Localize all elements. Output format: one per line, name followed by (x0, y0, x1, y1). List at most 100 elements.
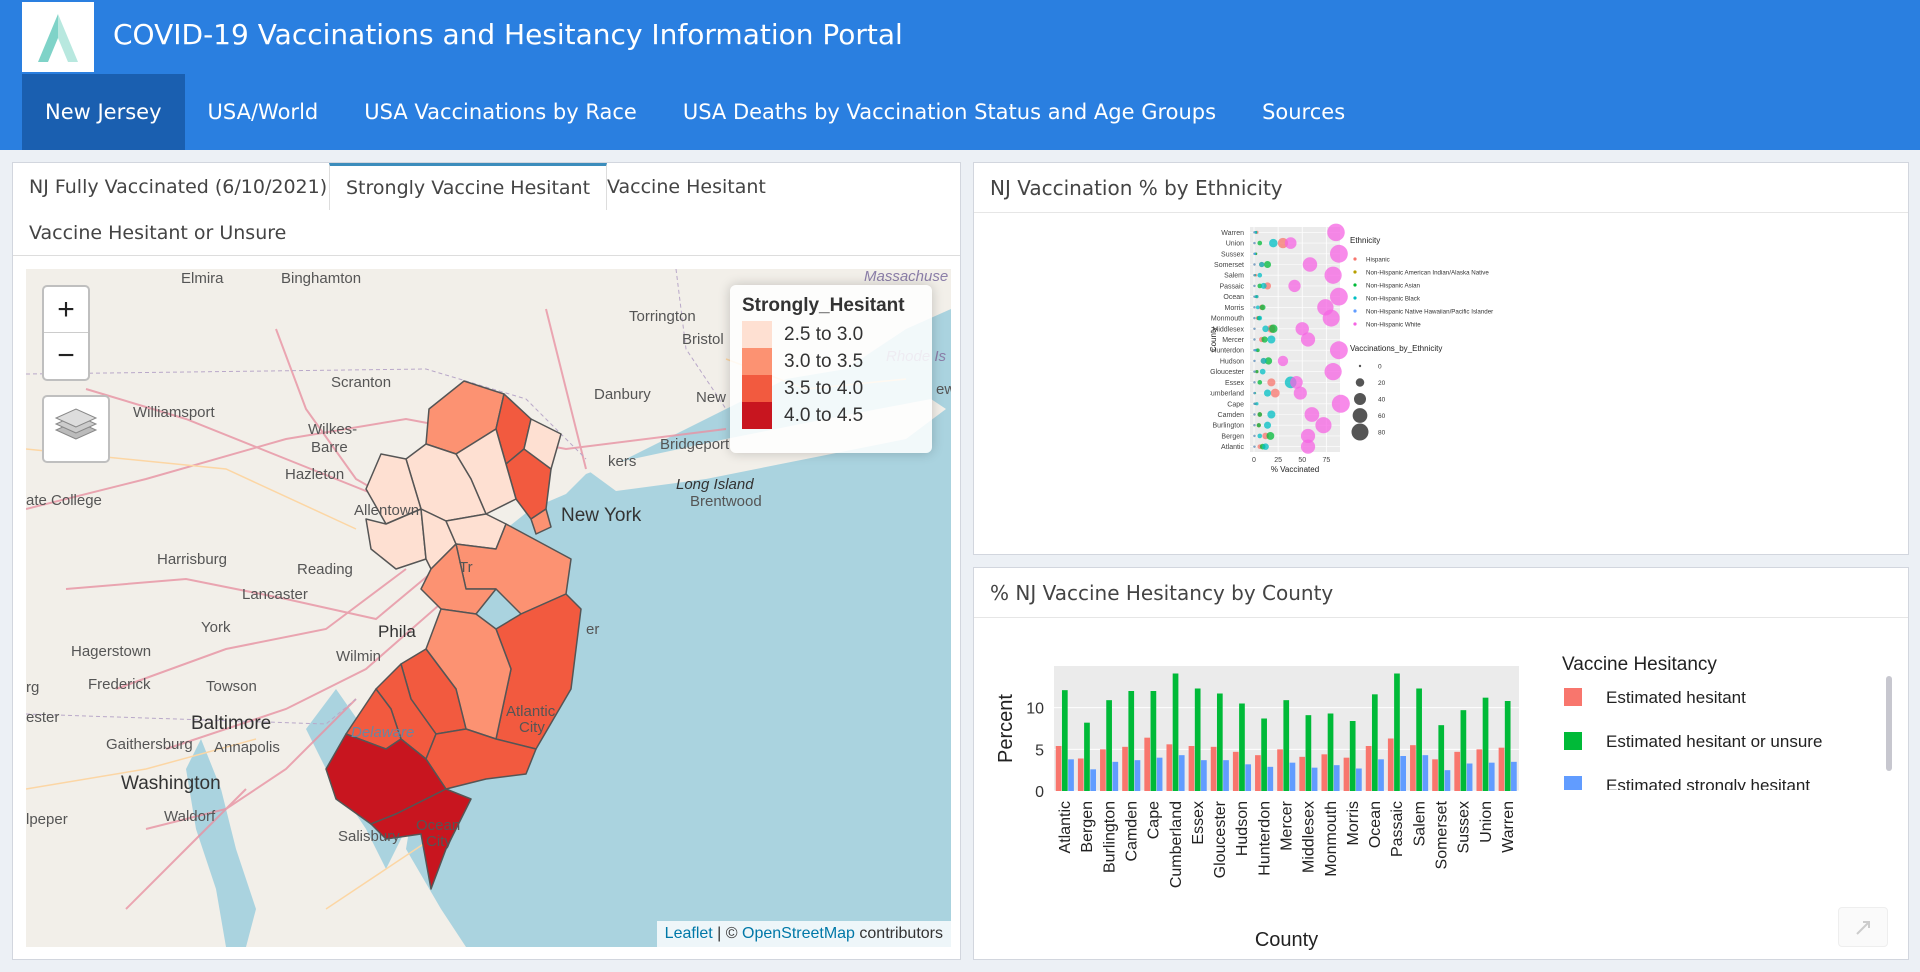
tab-vaccine-hesitant-or-unsure[interactable]: Vaccine Hesitant or Unsure (13, 211, 302, 255)
data-point (1253, 402, 1256, 405)
data-point (1253, 327, 1256, 330)
x-tick-label: 0 (1252, 457, 1256, 464)
legend-label: Estimated hesitant or unsure (1606, 732, 1822, 751)
leaflet-map[interactable]: Elmira Binghamton Massachuse Torrington … (26, 269, 951, 947)
legend-label: 4.0 to 4.5 (784, 404, 864, 426)
zoom-in-button[interactable]: + (44, 287, 88, 333)
tab-vaccine-hesitant[interactable]: Vaccine Hesitant (591, 165, 782, 209)
data-point (1253, 241, 1256, 245)
map-label-binghamton: Binghamton (281, 270, 361, 287)
data-point (1253, 231, 1256, 234)
data-point (1260, 357, 1267, 364)
map-label-wilmington: Wilmin (336, 648, 381, 665)
data-point (1253, 252, 1256, 255)
map-label-wilkes: Wilkes- (308, 421, 357, 438)
legend-clip (1558, 790, 1898, 810)
nav-usa-deaths-by-vaccination-status[interactable]: USA Deaths by Vaccination Status and Age… (660, 74, 1239, 150)
x-tick-label: Bergen (1079, 801, 1096, 853)
bar (1432, 759, 1438, 791)
x-tick-label: Camden (1124, 801, 1141, 861)
leaflet-link[interactable]: Leaflet (665, 925, 713, 942)
x-tick-label: Union (1478, 801, 1495, 843)
x-tick-label: Warren (1500, 801, 1517, 853)
legend-label: Non-Hispanic Asian (1366, 283, 1421, 290)
bar (1333, 765, 1340, 791)
map-label-delaware: Delaware (351, 724, 414, 741)
tab-strongly-vaccine-hesitant[interactable]: Strongly Vaccine Hesitant (329, 163, 608, 210)
bar (1410, 745, 1416, 791)
data-point (1324, 266, 1342, 284)
bar (1128, 691, 1135, 791)
data-point (1267, 410, 1276, 419)
bar (1245, 764, 1252, 791)
legend-dot (1353, 322, 1357, 326)
map-label-frederick: Frederick (88, 676, 151, 693)
nav-usa-vaccinations-by-race[interactable]: USA Vaccinations by Race (341, 74, 660, 150)
bar (1239, 703, 1245, 791)
data-point (1253, 316, 1256, 320)
size-legend-label: 40 (1378, 397, 1386, 404)
map-tabs: NJ Fully Vaccinated (6/10/2021) Strongly… (13, 163, 960, 256)
bar (1255, 755, 1261, 791)
bar (1084, 722, 1090, 791)
layers-control[interactable] (42, 395, 110, 463)
bar (1371, 694, 1378, 791)
x-tick-label: Middlesex (1301, 801, 1318, 873)
ethnicity-scatter-chart[interactable]: Warren Union Sussex Somerset Salem Passaic Oce… (1210, 221, 1630, 521)
x-tick-label: Burlington (1101, 801, 1118, 873)
zoom-out-button[interactable]: − (44, 333, 88, 379)
legend-scrollbar (1886, 676, 1892, 771)
legend-dot (1353, 309, 1357, 313)
nav-sources[interactable]: Sources (1239, 74, 1368, 150)
data-point (1253, 359, 1256, 363)
data-point (1253, 274, 1256, 277)
app-logo[interactable] (22, 2, 94, 72)
map-label-longisland: Long Island (676, 476, 754, 493)
data-point (1302, 257, 1318, 272)
openstreetmap-link[interactable]: OpenStreetMap (742, 925, 855, 942)
attribution-suffix: contributors (854, 925, 943, 942)
data-point (1257, 315, 1263, 321)
y-tick-label: Somerset (1214, 262, 1244, 269)
legend-row: 3.5 to 4.0 (742, 375, 920, 402)
size-legend-label: 20 (1378, 380, 1386, 387)
y-tick-label: Atlantic (1221, 444, 1244, 451)
legend-swatch (1564, 688, 1582, 706)
map-label-lancaster: Lancaster (242, 586, 308, 603)
tab-nj-fully-vaccinated[interactable]: NJ Fully Vaccinated (6/10/2021) (13, 165, 343, 209)
x-tick-label: 75 (1322, 457, 1330, 464)
bar (1150, 691, 1157, 791)
expand-button[interactable] (1838, 907, 1888, 947)
bar (1444, 770, 1451, 791)
data-point (1262, 443, 1269, 450)
data-point (1257, 240, 1263, 246)
map-label-reading: Reading (297, 561, 353, 578)
hesitancy-bar-chart[interactable]: 0 5 10 Atlantic Bergen Burlington Camden Cape Cu… (974, 620, 1906, 970)
legend-title: Ethnicity (1350, 236, 1380, 245)
bar (1482, 697, 1489, 791)
legend-swatch (742, 348, 772, 375)
legend-dot (1353, 296, 1357, 300)
data-point (1253, 284, 1256, 288)
map-label-towson: Towson (206, 678, 257, 695)
bar (1100, 749, 1106, 791)
legend-title: Vaccine Hesitancy (1562, 654, 1717, 675)
nav-usa-world[interactable]: USA/World (185, 74, 342, 150)
x-tick-label: Morris (1345, 801, 1362, 845)
bar (1061, 690, 1068, 791)
map-label-hazleton: Hazleton (285, 466, 344, 483)
bar (1261, 718, 1267, 791)
map-attribution: Leaflet | © OpenStreetMap contributors (656, 921, 951, 947)
bar (1289, 762, 1296, 791)
nav-new-jersey[interactable]: New Jersey (22, 74, 185, 150)
data-point (1329, 287, 1348, 306)
bar (1343, 757, 1350, 791)
data-point (1259, 304, 1266, 311)
map-label-scranton: Scranton (331, 374, 391, 391)
data-point (1255, 402, 1259, 406)
bar (1277, 749, 1283, 791)
x-tick-label: Cumberland (1168, 801, 1185, 888)
data-point (1300, 332, 1316, 347)
bar (1327, 713, 1334, 791)
bar (1349, 721, 1356, 791)
